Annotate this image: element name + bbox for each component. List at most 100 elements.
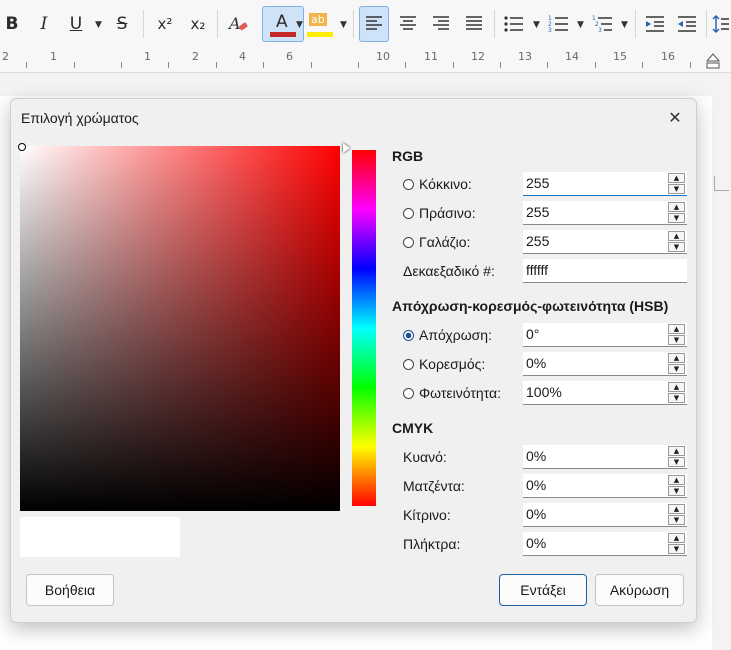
bold-button[interactable]: B	[0, 6, 24, 42]
ruler-tick	[26, 62, 27, 68]
line-spacing-button[interactable]	[710, 6, 730, 42]
ok-button[interactable]: Εντάξει	[499, 574, 587, 606]
outline-list-button[interactable]: 123	[588, 6, 618, 42]
hue-slider-marker-icon[interactable]	[343, 143, 350, 153]
numbered-list-dropdown-icon[interactable]: ▼	[577, 20, 584, 30]
cancel-button[interactable]: Ακύρωση	[595, 574, 684, 606]
blue-radio[interactable]: Γαλάζιο:	[403, 234, 470, 250]
red-spinbox[interactable]: 255 ▲ ▼	[523, 172, 687, 196]
ruler-tick	[263, 62, 264, 68]
spin-down-icon[interactable]: ▼	[668, 213, 685, 223]
spin-down-icon[interactable]: ▼	[668, 486, 685, 496]
toolbar-separator	[706, 10, 707, 38]
ruler-number: 2	[192, 50, 199, 63]
blue-value: 255	[526, 233, 550, 249]
spin-down-icon[interactable]: ▼	[668, 544, 685, 554]
align-left-button[interactable]	[359, 6, 389, 42]
saturation-label: Κορεσμός:	[419, 356, 486, 372]
outline-list-dropdown-icon[interactable]: ▼	[621, 20, 628, 30]
clear-formatting-button[interactable]: A	[224, 6, 252, 42]
help-button[interactable]: Βοήθεια	[26, 574, 114, 606]
spin-up-icon[interactable]: ▲	[668, 324, 685, 334]
bullet-list-button[interactable]	[499, 6, 529, 42]
hsb-heading: Απόχρωση-κορεσμός-φωτεινότητα (HSB)	[392, 298, 669, 314]
spin-up-icon[interactable]: ▲	[668, 353, 685, 363]
align-right-button[interactable]	[426, 6, 456, 42]
numbered-list-button[interactable]: 123	[544, 6, 574, 42]
ruler-number: 6	[286, 50, 293, 63]
green-spinbox[interactable]: 255 ▲ ▼	[523, 201, 687, 225]
spin-down-icon[interactable]: ▼	[668, 364, 685, 374]
spin-down-icon[interactable]: ▼	[668, 242, 685, 252]
spin-up-icon[interactable]: ▲	[668, 533, 685, 543]
saturation-spinbox[interactable]: 0% ▲ ▼	[523, 352, 687, 376]
underline-button[interactable]: U	[64, 6, 88, 42]
spin-up-icon[interactable]: ▲	[668, 446, 685, 456]
key-label: Πλήκτρα:	[403, 536, 461, 552]
ruler-tick	[690, 62, 691, 68]
italic-button[interactable]: I	[32, 6, 56, 42]
increase-indent-button[interactable]	[641, 6, 669, 42]
yellow-spinbox[interactable]: 0% ▲ ▼	[523, 503, 687, 527]
ruler-tick	[500, 62, 501, 68]
brightness-radio[interactable]: Φωτεινότητα:	[403, 385, 501, 401]
spin-down-icon[interactable]: ▼	[668, 335, 685, 345]
underline-dropdown-icon[interactable]: ▼	[95, 20, 102, 30]
color-preview	[20, 517, 180, 557]
justify-icon	[466, 16, 482, 30]
ruler-number: 11	[424, 50, 438, 63]
key-spinbox[interactable]: 0% ▲ ▼	[523, 532, 687, 556]
green-radio[interactable]: Πράσινο:	[403, 205, 476, 221]
outline-list-icon: 123	[592, 15, 612, 33]
blue-spinbox[interactable]: 255 ▲ ▼	[523, 230, 687, 254]
horizontal-ruler[interactable]: 2 1 1 2 4 6 10 11 12 13 14 15 16	[0, 48, 731, 73]
hue-spinbox[interactable]: 0° ▲ ▼	[523, 323, 687, 347]
align-right-icon	[433, 16, 449, 30]
ruler-number: 14	[565, 50, 579, 63]
spin-down-icon[interactable]: ▼	[668, 184, 685, 194]
toolbar-separator	[635, 10, 636, 38]
cyan-spinbox[interactable]: 0% ▲ ▼	[523, 445, 687, 469]
font-color-dropdown-icon[interactable]: ▼	[296, 20, 303, 30]
color-field-marker[interactable]	[18, 143, 26, 151]
subscript-button[interactable]: x₂	[185, 6, 211, 42]
spin-up-icon[interactable]: ▲	[668, 382, 685, 392]
hex-input[interactable]: ffffff	[523, 259, 687, 283]
justify-button[interactable]	[459, 6, 489, 42]
saturation-radio[interactable]: Κορεσμός:	[403, 356, 485, 372]
highlight-dropdown-icon[interactable]: ▼	[340, 20, 347, 30]
brightness-value: 100%	[526, 384, 562, 400]
magenta-value: 0%	[526, 477, 547, 493]
ruler-number: 2	[2, 50, 9, 63]
ruler-number: 10	[376, 50, 390, 63]
spin-down-icon[interactable]: ▼	[668, 457, 685, 467]
highlight-button[interactable]: ab	[306, 6, 336, 42]
spin-up-icon[interactable]: ▲	[668, 202, 685, 212]
strikethrough-button[interactable]: S	[110, 6, 134, 42]
right-indent-marker-icon[interactable]	[706, 53, 720, 69]
superscript-button[interactable]: x²	[152, 6, 178, 42]
spin-down-icon[interactable]: ▼	[668, 393, 685, 403]
saturation-brightness-field[interactable]	[20, 146, 340, 511]
align-center-button[interactable]	[393, 6, 423, 42]
hex-value: ffffff	[526, 262, 549, 278]
bullet-list-dropdown-icon[interactable]: ▼	[533, 20, 540, 30]
decrease-indent-button[interactable]	[673, 6, 701, 42]
spin-down-icon[interactable]: ▼	[668, 515, 685, 525]
hue-value: 0°	[526, 326, 540, 342]
spin-up-icon[interactable]: ▲	[668, 475, 685, 485]
brightness-spinbox[interactable]: 100% ▲ ▼	[523, 381, 687, 405]
spin-up-icon[interactable]: ▲	[668, 231, 685, 241]
bullet-list-icon	[504, 16, 523, 32]
close-icon[interactable]: ✕	[663, 105, 687, 129]
cyan-label: Κυανό:	[403, 449, 447, 465]
magenta-spinbox[interactable]: 0% ▲ ▼	[523, 474, 687, 498]
hue-radio[interactable]: Απόχρωση:	[403, 327, 492, 343]
font-color-icon: A	[270, 10, 296, 38]
ruler-tick	[311, 62, 312, 68]
toolbar-separator	[217, 10, 218, 38]
spin-up-icon[interactable]: ▲	[668, 504, 685, 514]
red-radio[interactable]: Κόκκινο:	[403, 176, 472, 192]
spin-up-icon[interactable]: ▲	[668, 173, 685, 183]
hue-slider[interactable]	[352, 150, 376, 506]
